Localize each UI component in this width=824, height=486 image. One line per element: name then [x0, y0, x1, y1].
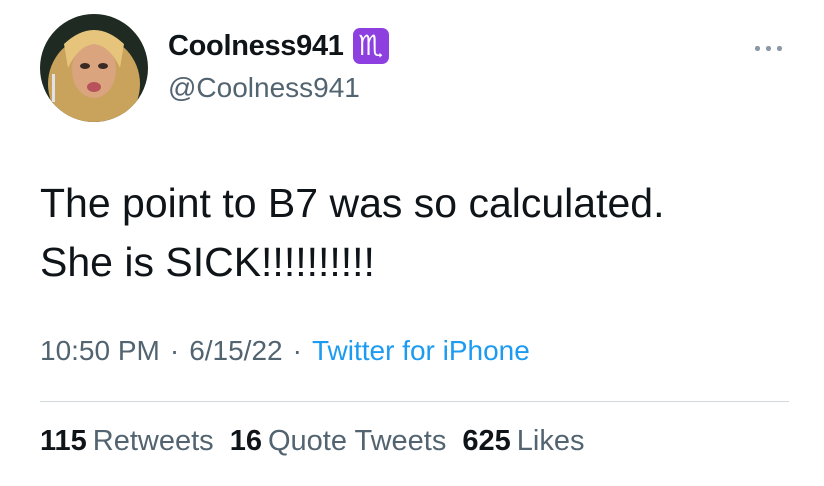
avatar-photo: [40, 14, 148, 122]
retweets-stat[interactable]: 115 Retweets: [40, 425, 214, 458]
avatar[interactable]: [40, 14, 148, 122]
tweet-meta: 10:50 PM · 6/15/22 · Twitter for iPhone: [40, 335, 530, 367]
tweet-date[interactable]: 6/15/22: [189, 335, 282, 367]
quote-tweets-count: 16: [229, 425, 262, 457]
tweet-source-link[interactable]: Twitter for iPhone: [312, 335, 530, 367]
retweets-count: 115: [40, 425, 87, 457]
author-display-name[interactable]: Coolness941: [168, 30, 344, 63]
quote-tweets-stat[interactable]: 16 Quote Tweets: [230, 425, 447, 458]
quote-tweets-label: Quote Tweets: [267, 425, 447, 457]
tweet-time[interactable]: 10:50 PM: [40, 335, 160, 367]
retweets-label: Retweets: [92, 425, 214, 457]
author-name-row: Coolness941 ♏: [168, 28, 389, 64]
meta-separator: ·: [292, 335, 302, 366]
author-handle[interactable]: @Coolness941: [168, 72, 360, 104]
scorpio-icon: ♏: [352, 28, 389, 64]
tweet-stats: 115 Retweets 16 Quote Tweets 625 Likes: [40, 425, 600, 458]
more-horizontal-icon[interactable]: [753, 38, 785, 58]
likes-stat[interactable]: 625 Likes: [462, 425, 584, 458]
tweet-text: The point to B7 was so calculated. She i…: [40, 180, 665, 285]
meta-separator: ·: [169, 335, 180, 366]
likes-label: Likes: [516, 425, 585, 457]
likes-count: 625: [462, 425, 511, 457]
divider: [40, 401, 789, 402]
